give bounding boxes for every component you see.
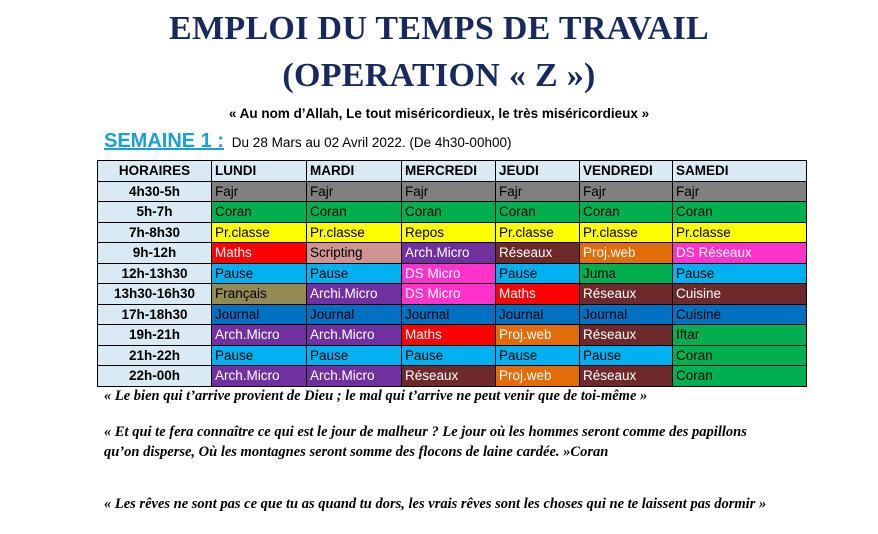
schedule-cell: DS Micro bbox=[401, 283, 496, 305]
column-header: VENDREDI bbox=[579, 160, 673, 182]
table-row: 12h-13h30 Pause Pause DS Micro Pause Juma Paus… bbox=[97, 262, 807, 284]
table-row: 13h30-16h30 Français Archi.Micro DS Micro Ma… bbox=[97, 283, 807, 305]
column-header: SAMEDI bbox=[672, 160, 807, 182]
schedule-cell: Coran bbox=[579, 201, 673, 223]
schedule-cell: Réseaux bbox=[495, 242, 580, 264]
hour-cell: 21h-22h bbox=[97, 344, 212, 366]
schedule-cell: Pause bbox=[211, 344, 307, 366]
schedule-cell: Pause bbox=[401, 344, 496, 366]
page-title: EMPLOI DU TEMPS DE TRAVAIL bbox=[169, 10, 709, 47]
schedule-cell: Journal bbox=[579, 303, 673, 325]
column-header: HORAIRES bbox=[97, 160, 212, 182]
hour-cell: 12h-13h30 bbox=[97, 262, 212, 284]
schedule-cell: Proj.web bbox=[579, 242, 673, 264]
hour-cell: 9h-12h bbox=[97, 242, 212, 264]
table-row: 4h30-5h Fajr Fajr Fajr Fajr Fajr Fajr bbox=[97, 180, 807, 202]
schedule-cell: Pause bbox=[211, 262, 307, 284]
schedule-cell: Arch.Micro bbox=[401, 242, 496, 264]
schedule-cell: Journal bbox=[495, 303, 580, 325]
schedule-cell: Pause bbox=[306, 344, 402, 366]
schedule-cell: Pause bbox=[672, 262, 807, 284]
schedule-cell: Juma bbox=[579, 262, 673, 284]
schedule-cell: Cuisine bbox=[672, 283, 807, 305]
schedule-cell: Coran bbox=[672, 201, 807, 223]
column-header: MERCREDI bbox=[401, 160, 496, 182]
schedule-table: HORAIRES LUNDI MARDI MERCREDI JEUDI VENDREDI S… bbox=[97, 160, 807, 387]
table-row: 22h-00h Arch.Micro Arch.Micro Réseaux Proj.w… bbox=[97, 365, 807, 387]
table-header-row: HORAIRES LUNDI MARDI MERCREDI JEUDI VENDREDI S… bbox=[97, 160, 807, 182]
column-header: JEUDI bbox=[495, 160, 580, 182]
schedule-cell: Arch.Micro bbox=[306, 324, 402, 346]
schedule-cell: Arch.Micro bbox=[211, 365, 307, 387]
schedule-cell: Maths bbox=[495, 283, 580, 305]
schedule-cell: Réseaux bbox=[579, 365, 673, 387]
schedule-cell: Pause bbox=[306, 262, 402, 284]
hour-cell: 19h-21h bbox=[97, 324, 212, 346]
schedule-cell: Journal bbox=[211, 303, 307, 325]
schedule-cell: Pr.classe bbox=[495, 221, 580, 243]
schedule-cell: Fajr bbox=[401, 180, 496, 202]
schedule-cell: Cuisine bbox=[672, 303, 807, 325]
week-header: SEMAINE 1 : Du 28 Mars au 02 Avril 2022.… bbox=[104, 130, 511, 153]
schedule-cell: Archi.Micro bbox=[306, 283, 402, 305]
week-label: SEMAINE 1 : bbox=[104, 130, 225, 152]
hour-cell: 22h-00h bbox=[97, 365, 212, 387]
schedule-cell: Pause bbox=[579, 344, 673, 366]
schedule-cell: Coran bbox=[401, 201, 496, 223]
schedule-cell: Coran bbox=[211, 201, 307, 223]
schedule-cell: Proj.web bbox=[495, 324, 580, 346]
schedule-cell: Pause bbox=[495, 262, 580, 284]
schedule-cell: Fajr bbox=[211, 180, 307, 202]
schedule-cell: DS Micro bbox=[401, 262, 496, 284]
schedule-cell: Fajr bbox=[672, 180, 807, 202]
quote-1: « Le bien qui t’arrive provient de Dieu … bbox=[104, 388, 648, 404]
table-row: 9h-12h Maths Scripting Arch.Micro Réseaux Pro… bbox=[97, 242, 807, 264]
schedule-cell: DS Réseaux bbox=[672, 242, 807, 264]
schedule-cell: Proj.web bbox=[495, 365, 580, 387]
hour-cell: 17h-18h30 bbox=[97, 303, 212, 325]
schedule-cell: Pr.classe bbox=[306, 221, 402, 243]
quote-2: « Et qui te fera connaître ce qui est le… bbox=[104, 424, 747, 460]
hour-cell: 5h-7h bbox=[97, 201, 212, 223]
table-row: 5h-7h Coran Coran Coran Coran Coran Coran bbox=[97, 201, 807, 223]
schedule-cell: Journal bbox=[401, 303, 496, 325]
schedule-cell: Repos bbox=[401, 221, 496, 243]
hour-cell: 4h30-5h bbox=[97, 180, 212, 202]
schedule-cell: Pr.classe bbox=[672, 221, 807, 243]
column-header: LUNDI bbox=[211, 160, 307, 182]
schedule-cell: Arch.Micro bbox=[211, 324, 307, 346]
schedule-cell: Pr.classe bbox=[211, 221, 307, 243]
schedule-cell: Pr.classe bbox=[579, 221, 673, 243]
schedule-cell: Fajr bbox=[579, 180, 673, 202]
table-row: 7h-8h30 Pr.classe Pr.classe Repos Pr.classe P… bbox=[97, 221, 807, 243]
schedule-cell: Réseaux bbox=[401, 365, 496, 387]
schedule-cell: Maths bbox=[211, 242, 307, 264]
page-subtitle: (OPERATION « Z ») bbox=[282, 57, 596, 94]
table-row: 17h-18h30 Journal Journal Journal Journal Jou… bbox=[97, 303, 807, 325]
schedule-cell: Fajr bbox=[306, 180, 402, 202]
schedule-cell: Journal bbox=[306, 303, 402, 325]
table-row: 21h-22h Pause Pause Pause Pause Pause Coran bbox=[97, 344, 807, 366]
schedule-cell: Coran bbox=[672, 365, 807, 387]
hour-cell: 13h30-16h30 bbox=[97, 283, 212, 305]
schedule-cell: Coran bbox=[672, 344, 807, 366]
schedule-cell: Réseaux bbox=[579, 283, 673, 305]
schedule-cell: Réseaux bbox=[579, 324, 673, 346]
schedule-cell: Arch.Micro bbox=[306, 365, 402, 387]
quote-3: « Les rêves ne sont pas ce que tu as qua… bbox=[104, 496, 767, 512]
schedule-cell: Français bbox=[211, 283, 307, 305]
schedule-cell: Coran bbox=[306, 201, 402, 223]
hour-cell: 7h-8h30 bbox=[97, 221, 212, 243]
schedule-cell: Maths bbox=[401, 324, 496, 346]
column-header: MARDI bbox=[306, 160, 402, 182]
schedule-cell: Fajr bbox=[495, 180, 580, 202]
table-row: 19h-21h Arch.Micro Arch.Micro Maths Proj.web… bbox=[97, 324, 807, 346]
invocation-text: « Au nom d’Allah, Le tout miséricordieux… bbox=[228, 106, 650, 121]
schedule-cell: Scripting bbox=[306, 242, 402, 264]
schedule-cell: Coran bbox=[495, 201, 580, 223]
schedule-cell: Iftar bbox=[672, 324, 807, 346]
schedule-cell: Pause bbox=[495, 344, 580, 366]
week-range: Du 28 Mars au 02 Avril 2022. (De 4h30-00… bbox=[231, 135, 512, 150]
